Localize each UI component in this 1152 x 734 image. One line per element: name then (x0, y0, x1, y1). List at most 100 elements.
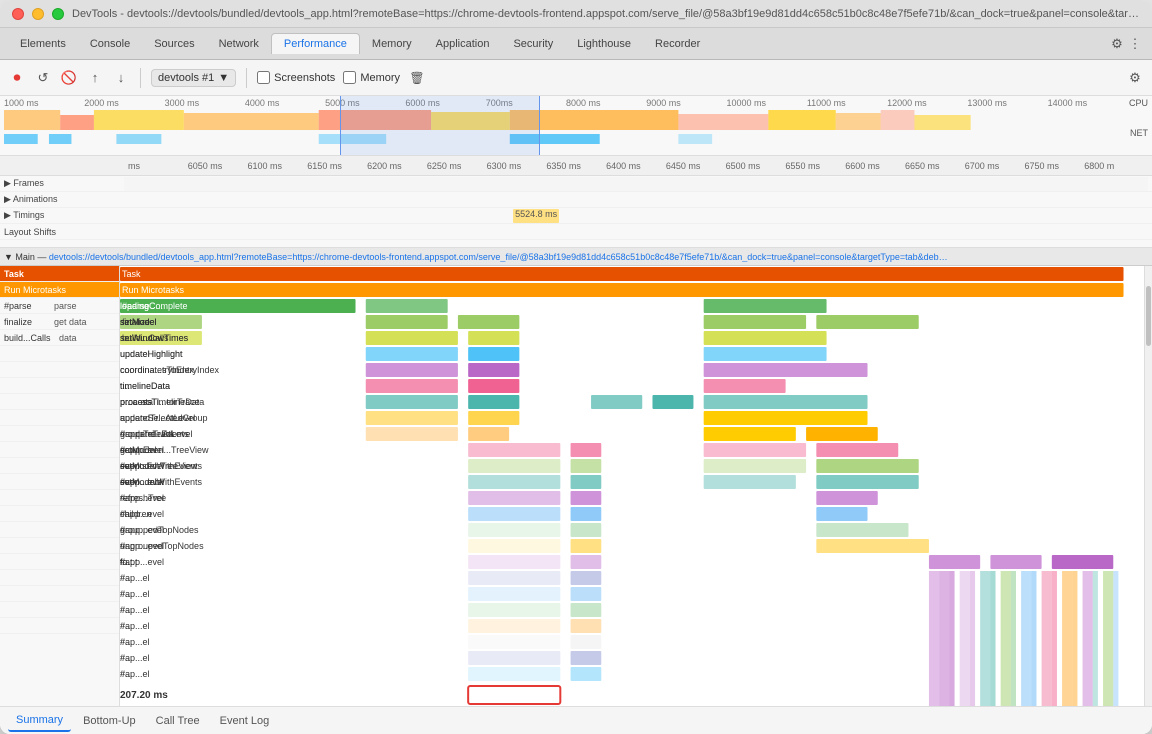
svg-text:setWindowTimes: setWindowTimes (120, 333, 189, 343)
empty-row-1 (0, 346, 119, 362)
tab-performance[interactable]: Performance (271, 33, 360, 54)
cpu-net-overview[interactable]: 1000 ms 2000 ms 3000 ms 4000 ms 5000 ms … (0, 96, 1152, 156)
task-label-row: Task (0, 266, 119, 282)
screenshots-label: Screenshots (274, 72, 335, 84)
tab-elements[interactable]: Elements (8, 34, 78, 54)
tick-6200: 6200 ms (367, 161, 427, 171)
svg-text:updateSelectedGroup: updateSelectedGroup (120, 413, 208, 423)
devtools-main: 1000 ms 2000 ms 3000 ms 4000 ms 5000 ms … (0, 96, 1152, 734)
tick-3000: 3000 ms (165, 98, 245, 108)
tick-11000: 11000 ms (807, 98, 887, 108)
empty-row-10 (0, 490, 119, 506)
vertical-scrollbar[interactable] (1144, 266, 1152, 706)
build-calls-label: build...Calls data (0, 330, 119, 346)
tab-security[interactable]: Security (501, 34, 565, 54)
empty-row-12 (0, 522, 119, 538)
tick-6500: 6500 ms (726, 161, 786, 171)
svg-text:#...: #... (120, 637, 133, 647)
memory-checkbox-label[interactable]: Memory (343, 71, 400, 84)
empty-row-16 (0, 586, 119, 602)
svg-text:207.20 ms: 207.20 ms (120, 690, 168, 701)
empty-row-2 (0, 362, 119, 378)
svg-text:setModelWithEvents: setModelWithEvents (120, 461, 203, 471)
minimize-button[interactable] (32, 8, 44, 20)
record-icon[interactable]: ⏺ (8, 69, 26, 87)
more-icon[interactable]: ⋮ (1126, 35, 1144, 53)
empty-row-3 (0, 378, 119, 394)
net-label: NET (1130, 128, 1148, 138)
svg-text:children: children (120, 509, 152, 519)
bottom-tab-summary[interactable]: Summary (8, 710, 71, 732)
tick-6700: 6700 ms (965, 161, 1025, 171)
tab-recorder[interactable]: Recorder (643, 34, 712, 54)
parse-label: #parse parse (0, 298, 119, 314)
tick-6300: 6300 ms (487, 161, 547, 171)
layout-shifts-row[interactable]: Layout Shifts (0, 224, 1152, 240)
tab-network[interactable]: Network (207, 34, 271, 54)
screenshots-checkbox-label[interactable]: Screenshots (257, 71, 335, 84)
settings-icon[interactable]: ⚙ (1108, 35, 1126, 53)
svg-text:refreshTree: refreshTree (120, 493, 166, 503)
tick-13000: 13000 ms (967, 98, 1047, 108)
tab-memory[interactable]: Memory (360, 34, 424, 54)
target-dropdown-icon: ▼ (218, 72, 229, 84)
upload-icon[interactable]: ↑ (86, 69, 104, 87)
empty-row-11 (0, 506, 119, 522)
empty-row-18 (0, 618, 119, 634)
tab-console[interactable]: Console (78, 34, 142, 54)
performance-toolbar: ⏺ ↺ 🚫 ↑ ↓ devtools #1 ▼ Screenshots Memo… (0, 60, 1152, 96)
devtools-window: DevTools - devtools://devtools/bundled/d… (0, 0, 1152, 734)
tick-9000: 9000 ms (646, 98, 726, 108)
maximize-button[interactable] (52, 8, 64, 20)
tab-sources[interactable]: Sources (142, 34, 206, 54)
tick-6350: 6350 ms (546, 161, 606, 171)
empty-row-13 (0, 538, 119, 554)
svg-text:coordinatesToEntryIndex: coordinatesToEntryIndex (120, 365, 220, 375)
flame-chart-right[interactable]: Task Run Microtasks #parse loadingC... l… (120, 266, 1144, 706)
tick-4000: 4000 ms (245, 98, 325, 108)
svg-text:#...: #... (120, 589, 133, 599)
trash-icon[interactable]: 🗑 (408, 69, 426, 87)
empty-row-17 (0, 602, 119, 618)
tick-6250: 6250 ms (427, 161, 487, 171)
animations-row[interactable]: ▶ Animations (0, 192, 1152, 208)
svg-text:updateHighlight: updateHighlight (120, 349, 183, 359)
tick-6400: 6400 ms (606, 161, 666, 171)
svg-text:Run Microtasks: Run Microtasks (122, 285, 185, 295)
flame-svg: Task Run Microtasks #parse loadingC... l… (120, 266, 1144, 706)
timings-row[interactable]: ▶ Timings 5524.8 ms (0, 208, 1152, 224)
empty-row-5 (0, 410, 119, 426)
cpu-chart (4, 110, 1128, 130)
svg-text:grouppedTopNodes: grouppedTopNodes (120, 525, 199, 535)
tick-8000: 8000 ms (566, 98, 646, 108)
time-selection[interactable] (340, 96, 540, 155)
svg-text:#...: #... (120, 653, 133, 663)
empty-row-15 (0, 570, 119, 586)
memory-checkbox[interactable] (343, 71, 356, 84)
frames-row[interactable]: ▶ Frames (0, 176, 1152, 192)
svg-text:ungroupedTopNodes: ungroupedTopNodes (120, 541, 204, 551)
download-icon[interactable]: ↓ (112, 69, 130, 87)
tick-6550: 6550 ms (785, 161, 845, 171)
bottom-tab-call-tree[interactable]: Call Tree (148, 711, 208, 731)
bottom-tab-bottom-up[interactable]: Bottom-Up (75, 711, 144, 731)
settings-icon-2[interactable]: ⚙ (1126, 69, 1144, 87)
empty-row-7 (0, 442, 119, 458)
tick-12000: 12000 ms (887, 98, 967, 108)
empty-row-14 (0, 554, 119, 570)
tab-lighthouse[interactable]: Lighthouse (565, 34, 643, 54)
tick-6800: 6800 m (1084, 161, 1144, 171)
screenshots-checkbox[interactable] (257, 71, 270, 84)
svg-text:#...: #... (120, 573, 133, 583)
tab-application[interactable]: Application (424, 34, 502, 54)
tick-ms: ms (128, 161, 188, 171)
empty-row-8 (0, 458, 119, 474)
clear-icon[interactable]: 🚫 (60, 69, 78, 87)
bottom-tab-event-log[interactable]: Event Log (212, 711, 278, 731)
close-button[interactable] (12, 8, 24, 20)
refresh-icon[interactable]: ↺ (34, 69, 52, 87)
target-selector[interactable]: devtools #1 ▼ (151, 69, 236, 87)
scrollbar-thumb[interactable] (1146, 286, 1151, 346)
cpu-label: CPU (1129, 98, 1148, 108)
window-title: DevTools - devtools://devtools/bundled/d… (72, 8, 1140, 20)
